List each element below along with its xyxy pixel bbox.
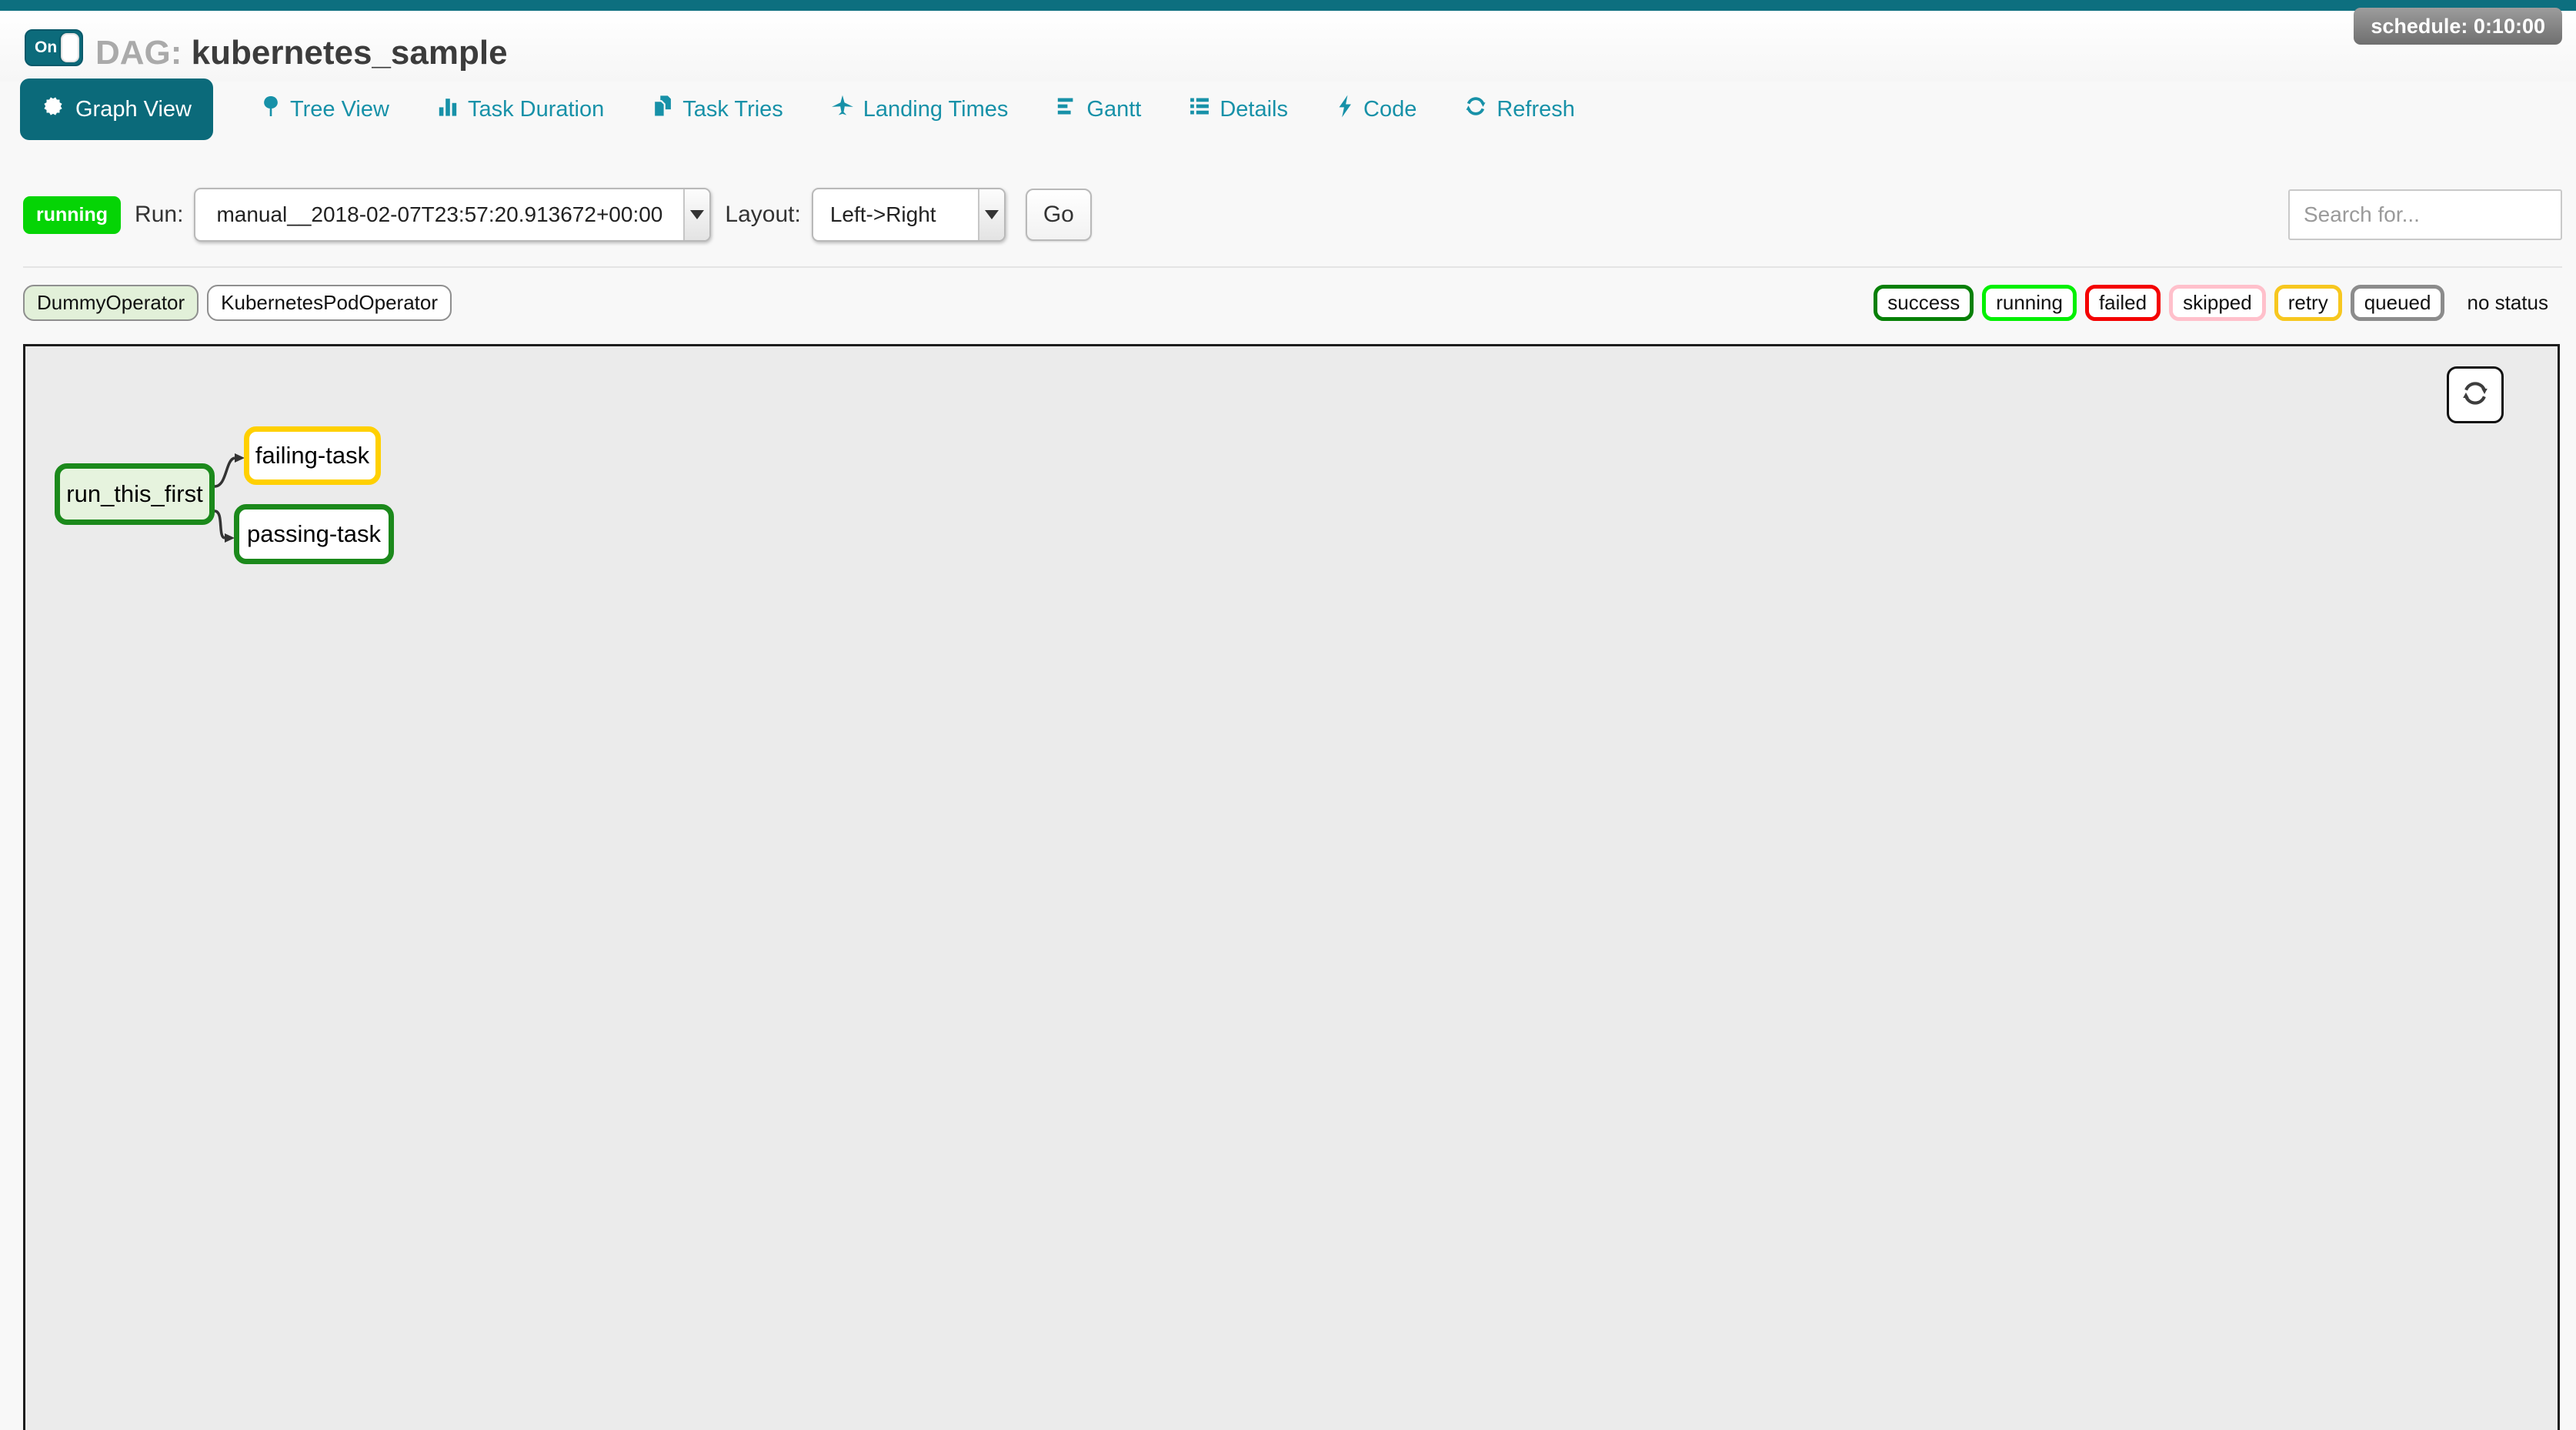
- plane-icon: [831, 95, 854, 124]
- schedule-badge: schedule: 0:10:00: [2354, 8, 2562, 45]
- search-input[interactable]: [2288, 189, 2562, 240]
- bar-chart-icon: [437, 95, 459, 123]
- task-node-run-this-first[interactable]: run_this_first: [55, 463, 215, 525]
- go-button[interactable]: Go: [1026, 189, 1092, 241]
- tree-icon: [261, 95, 281, 124]
- status-pill-skipped: skipped: [2169, 285, 2266, 321]
- operator-pill-dummy: DummyOperator: [23, 285, 199, 321]
- status-pill-running: running: [1982, 285, 2077, 321]
- tab-task-tries[interactable]: Task Tries: [652, 95, 783, 124]
- page-title: DAG: kubernetes_sample: [95, 34, 508, 72]
- chevron-down-icon: [683, 189, 709, 240]
- run-controls: running Run: manual__2018-02-07T23:57:20…: [23, 188, 1092, 242]
- chevron-down-icon: [978, 189, 1004, 240]
- status-pill-retry: retry: [2274, 285, 2342, 321]
- run-select[interactable]: manual__2018-02-07T23:57:20.913672+00:00: [194, 188, 711, 242]
- dag-run-status-badge: running: [23, 196, 121, 234]
- status-legend: success running failed skipped retry que…: [1874, 285, 2562, 321]
- task-node-failing-task[interactable]: failing-task: [244, 426, 381, 485]
- status-pill-success: success: [1874, 285, 1974, 321]
- tab-label: Task Duration: [468, 97, 604, 122]
- tab-label: Graph View: [75, 97, 192, 122]
- legend-row: DummyOperator KubernetesPodOperator succ…: [23, 285, 2562, 321]
- bolt-icon: [1336, 95, 1354, 124]
- tab-code[interactable]: Code: [1336, 95, 1416, 124]
- tab-graph-view[interactable]: Graph View: [20, 79, 213, 140]
- refresh-icon: [1464, 95, 1487, 124]
- dag-name: kubernetes_sample: [192, 34, 508, 72]
- section-divider: [23, 266, 2562, 268]
- tab-label: Code: [1363, 97, 1416, 122]
- toggle-on-label: On: [26, 38, 57, 57]
- tab-label: Landing Times: [863, 97, 1009, 122]
- tab-task-duration[interactable]: Task Duration: [437, 95, 604, 123]
- tab-label: Task Tries: [682, 97, 783, 122]
- tab-gantt[interactable]: Gantt: [1056, 95, 1141, 123]
- refresh-icon: [2461, 379, 2490, 412]
- graph-refresh-button[interactable]: [2447, 366, 2504, 423]
- tab-landing-times[interactable]: Landing Times: [831, 95, 1009, 124]
- operator-legend: DummyOperator KubernetesPodOperator: [23, 285, 452, 321]
- dag-on-off-toggle[interactable]: On: [25, 29, 83, 66]
- task-node-passing-task[interactable]: passing-task: [234, 504, 394, 564]
- tab-tree-view[interactable]: Tree View: [261, 95, 389, 124]
- tab-label: Details: [1220, 97, 1288, 122]
- tab-details[interactable]: Details: [1189, 95, 1288, 123]
- copy-pages-icon: [652, 95, 673, 124]
- dag-header: On DAG: kubernetes_sample: [0, 11, 2576, 82]
- layout-label: Layout:: [725, 202, 800, 228]
- status-pill-failed: failed: [2085, 285, 2161, 321]
- dag-prefix-label: DAG:: [95, 34, 182, 72]
- layout-select-value: Left->Right: [813, 202, 953, 227]
- status-pill-no-status: no status: [2453, 285, 2562, 321]
- align-left-icon: [1056, 95, 1077, 123]
- dag-graph-canvas[interactable]: run_this_first failing-task passing-task: [23, 344, 2560, 1430]
- tab-label: Gantt: [1086, 97, 1141, 122]
- tab-refresh[interactable]: Refresh: [1464, 95, 1575, 124]
- tab-label: Tree View: [290, 97, 389, 122]
- list-icon: [1189, 95, 1210, 123]
- view-tabs: Graph View Tree View Task Duration Task …: [20, 79, 1575, 140]
- status-pill-queued: queued: [2351, 285, 2445, 321]
- top-accent-bar: [0, 0, 2576, 11]
- tab-label: Refresh: [1497, 97, 1575, 122]
- operator-pill-kubernetespod: KubernetesPodOperator: [207, 285, 452, 321]
- sunburst-icon: [42, 95, 65, 124]
- toggle-knob: [61, 33, 79, 62]
- layout-select[interactable]: Left->Right: [812, 188, 1006, 242]
- run-select-value: manual__2018-02-07T23:57:20.913672+00:00: [199, 202, 679, 227]
- run-label: Run:: [135, 202, 183, 228]
